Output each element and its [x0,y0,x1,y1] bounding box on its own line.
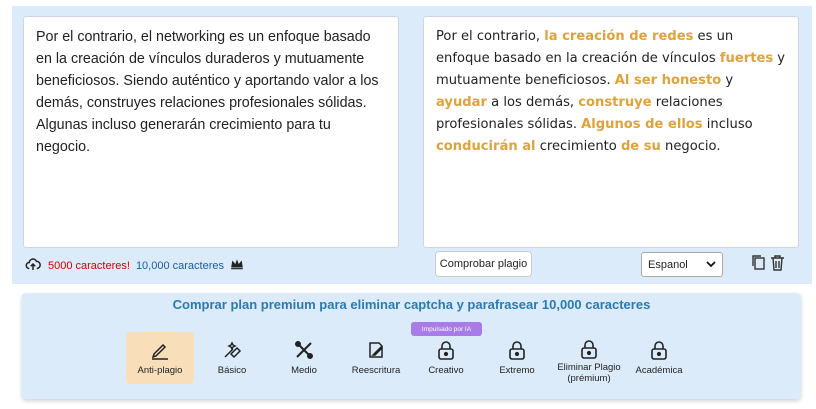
language-select[interactable]: Espanol [641,252,723,277]
output-phrase: incluso [702,117,753,132]
mode-eliminar-plagio[interactable]: Eliminar Plagio (prémium) [553,332,625,384]
mode-label: Extremo [499,365,535,376]
output-phrase: Por el contrario, [436,29,545,44]
chevron-down-icon [706,259,716,271]
trash-icon[interactable] [770,254,785,276]
edit-icon [364,338,388,362]
output-phrase: y [721,73,734,88]
language-selected: Espanol [648,258,688,271]
output-tools [750,254,785,276]
mode-label: Medio [291,365,317,376]
copy-icon[interactable] [750,254,766,276]
mode-label: Eliminar Plagio (prémium) [557,362,621,384]
output-box: Por el contrario, la creación de redes e… [423,16,799,248]
paraphrase-panel: Por el contrario, el networking es un en… [12,6,812,284]
mode-label: Anti-plagio [137,365,183,376]
lock-icon [647,338,671,362]
mode-medio[interactable]: Medio [270,332,338,384]
changed-phrase[interactable]: la creación de redes [544,29,693,44]
mode-extremo[interactable]: Extremo [483,332,551,384]
mode-label: Creativo [428,365,464,376]
mode-anti-plagio[interactable]: Anti-plagio [126,332,194,384]
output-text: Por el contrario, la creación de redes e… [424,17,798,167]
changed-phrase[interactable]: Algunos de ellos [581,117,702,132]
char-limit: 10,000 caracteres [135,259,224,272]
lock-icon [577,338,601,359]
tools-icon [292,338,316,362]
premium-panel: Comprar plan premium para eliminar captc… [22,293,801,399]
changed-phrase[interactable]: ayudar [436,95,487,110]
mode-label: Académica [635,365,683,376]
mode-basico[interactable]: Básico [198,332,266,384]
lock-icon [434,338,458,362]
pen-icon [148,338,172,362]
mode-academica[interactable]: Académica [625,332,693,384]
input-textarea[interactable]: Por el contrario, el networking es un en… [23,16,399,248]
mode-label: Reescritura [351,365,401,376]
lock-icon [505,338,529,362]
crown-icon [230,258,244,273]
char-count: 5000 caracteres! [48,259,130,272]
changed-phrase[interactable]: fuertes [720,51,773,66]
output-phrase: a los demás, [486,95,579,110]
output-phrase: crecimiento [535,139,621,154]
mode-creativo[interactable]: Creativo [412,332,480,384]
char-counter: 5000 caracteres! 10,000 caracteres [24,255,244,276]
upload-icon[interactable] [24,255,42,276]
input-text[interactable]: Por el contrario, el networking es un en… [24,17,398,167]
check-plagiarism-button[interactable]: Comprobar plagio [435,251,532,277]
changed-phrase[interactable]: conducirán al [436,139,536,154]
mode-label: Básico [217,365,247,376]
changed-phrase[interactable]: Al ser honesto [615,73,721,88]
mode-reescritura[interactable]: Reescritura [342,332,410,384]
output-phrase: negocio. [660,139,721,154]
premium-title[interactable]: Comprar plan premium para eliminar captc… [22,297,801,312]
changed-phrase[interactable]: de su [621,139,661,154]
changed-phrase[interactable]: construye [578,95,651,110]
magic-icon [220,338,244,362]
